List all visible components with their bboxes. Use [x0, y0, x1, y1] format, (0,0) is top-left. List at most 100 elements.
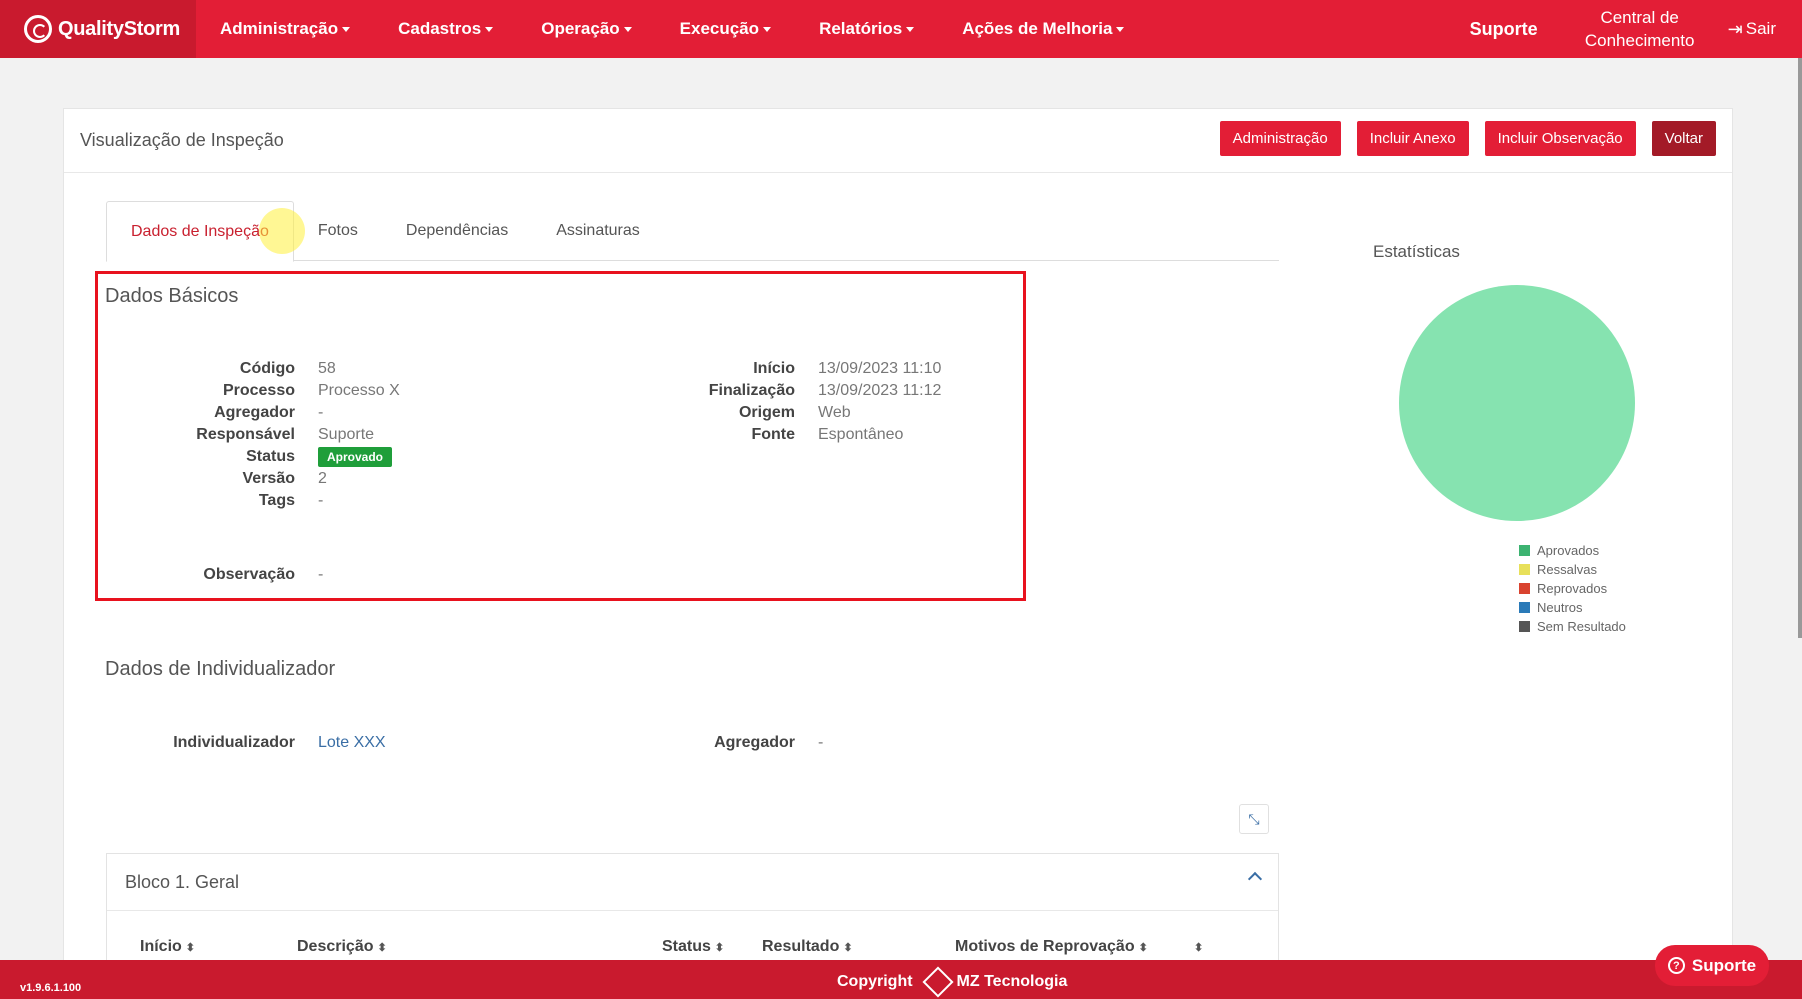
- legend-swatch: [1519, 545, 1530, 556]
- estatisticas-title: Estatísticas: [1373, 242, 1460, 261]
- processo-label: Processo: [222, 382, 295, 399]
- caret-down-icon: [763, 26, 772, 32]
- column-label: Início: [140, 938, 182, 955]
- legend-swatch: [1519, 602, 1530, 613]
- legend-sem-resultado: Sem Resultado: [1519, 617, 1626, 636]
- brand-logo[interactable]: QualityStorm: [0, 0, 196, 58]
- codigo-label: Código: [239, 360, 295, 377]
- nav-suporte-link[interactable]: Suporte: [1470, 19, 1538, 40]
- bloco-header[interactable]: Bloco 1. Geral: [107, 854, 1278, 911]
- column-label: Status: [662, 938, 711, 955]
- versao-value: 2: [318, 470, 327, 487]
- column-header-descricao[interactable]: Descrição ⬍: [297, 938, 387, 956]
- sair-label: Sair: [1745, 19, 1776, 38]
- qualitystorm-logo-icon: [24, 15, 52, 43]
- inicio-label: Início: [753, 360, 795, 377]
- agregador-label: Agregador: [214, 404, 295, 421]
- sort-icon: ⬍: [185, 942, 195, 954]
- tab-fotos[interactable]: Fotos: [294, 201, 382, 261]
- nav-acoes-de-melhoria[interactable]: Ações de Melhoria: [938, 0, 1148, 58]
- column-label: Motivos de Reprovação: [955, 938, 1135, 955]
- nav-operacao-label: Operação: [541, 19, 620, 38]
- help-label: Suporte: [1691, 955, 1757, 975]
- caret-down-icon: [342, 26, 351, 32]
- responsavel-value: Suporte: [318, 426, 375, 443]
- voltar-button[interactable]: Voltar: [1651, 121, 1716, 156]
- origem-label: Origem: [738, 404, 795, 421]
- inspection-card: Visualização de Inspeção Administração I…: [63, 108, 1733, 969]
- tab-assinaturas[interactable]: Assinaturas: [532, 201, 664, 261]
- nav-execucao-label: Execução: [679, 19, 760, 38]
- nav-central-conhecimento-link[interactable]: Central de Conhecimento: [1580, 6, 1700, 52]
- column-header-extra[interactable]: ⬍: [1190, 938, 1203, 956]
- column-label: Resultado: [762, 938, 840, 955]
- sort-icon: ⬍: [714, 942, 725, 954]
- sort-icon: ⬍: [843, 942, 853, 954]
- legend-swatch: [1519, 621, 1530, 632]
- main-nav: Administração Cadastros Operação Execuçã…: [196, 0, 1148, 58]
- nav-acoes-label: Ações de Melhoria: [962, 19, 1113, 38]
- card-header: Visualização de Inspeção Administração I…: [64, 109, 1732, 173]
- nav-execucao[interactable]: Execução: [656, 0, 795, 58]
- nav-sair-link[interactable]: ⇥ Sair: [1728, 19, 1776, 40]
- column-header-resultado[interactable]: Resultado ⬍: [762, 938, 853, 956]
- sort-icon: ⬍: [1138, 942, 1148, 954]
- column-label: Descrição: [297, 938, 374, 955]
- nav-administracao[interactable]: Administração: [196, 0, 374, 58]
- mz-logo-icon: [921, 966, 954, 998]
- top-navbar: QualityStorm Administração Cadastros Ope…: [0, 0, 1802, 58]
- compress-icon[interactable]: ⤡: [1239, 804, 1269, 834]
- individualizador-link[interactable]: Lote XXX: [318, 734, 386, 752]
- tab-dependencias[interactable]: Dependências: [382, 201, 532, 261]
- caret-down-icon: [485, 26, 494, 32]
- footer: v1.9.6.1.100 Copyright MZ Tecnologia: [0, 960, 1802, 999]
- scrollbar[interactable]: [1798, 58, 1802, 638]
- legend-ressalvas: Ressalvas: [1519, 560, 1626, 579]
- estatisticas-pie-chart: [1399, 285, 1635, 521]
- incluir-observacao-button[interactable]: Incluir Observação: [1484, 121, 1636, 156]
- estatisticas-legend: Aprovados Ressalvas Reprovados Neutros S…: [1519, 541, 1626, 636]
- processo-value: Processo X: [318, 382, 400, 399]
- legend-label: Aprovados: [1537, 543, 1600, 558]
- finalizacao-label: Finalização: [708, 382, 795, 399]
- caret-down-icon: [906, 26, 915, 32]
- agregador-value: -: [318, 404, 324, 421]
- sort-icon: ⬍: [1194, 942, 1204, 954]
- question-icon: ?: [1667, 957, 1685, 974]
- legend-swatch: [1519, 564, 1530, 575]
- nav-cadastros-label: Cadastros: [398, 19, 482, 38]
- fonte-value: Espontâneo: [818, 426, 904, 443]
- dados-basicos-title: Dados Básicos: [105, 285, 239, 307]
- chevron-up-icon[interactable]: [1247, 871, 1263, 887]
- legend-neutros: Neutros: [1519, 598, 1626, 617]
- codigo-value: 58: [318, 360, 336, 377]
- column-header-motivos-reprovacao[interactable]: Motivos de Reprovação ⬍: [955, 938, 1148, 956]
- incluir-anexo-button[interactable]: Incluir Anexo: [1356, 121, 1469, 156]
- nav-operacao[interactable]: Operação: [517, 0, 655, 58]
- nav-cadastros[interactable]: Cadastros: [374, 0, 517, 58]
- suporte-help-button[interactable]: ? Suporte: [1655, 945, 1769, 986]
- legend-label: Reprovados: [1537, 581, 1608, 596]
- caret-down-icon: [623, 26, 632, 32]
- legend-aprovados: Aprovados: [1519, 541, 1626, 560]
- observacao-value: -: [318, 566, 324, 583]
- sort-icon: ⬍: [377, 942, 387, 954]
- header-actions: Administração Incluir Anexo Incluir Obse…: [1219, 121, 1716, 156]
- nav-relatorios[interactable]: Relatórios: [795, 0, 938, 58]
- administracao-button[interactable]: Administração: [1219, 121, 1341, 156]
- column-header-status[interactable]: Status ⬍: [662, 938, 724, 956]
- nav-administracao-label: Administração: [220, 19, 339, 38]
- observacao-label: Observação: [203, 566, 295, 583]
- status-badge: Aprovado: [318, 447, 393, 467]
- column-header-inicio[interactable]: Início ⬍: [140, 938, 195, 956]
- caret-down-icon: [1116, 26, 1125, 32]
- origem-value: Web: [818, 404, 851, 421]
- legend-label: Ressalvas: [1537, 562, 1597, 577]
- tags-value: -: [318, 492, 324, 509]
- central-line1: Central de: [1600, 8, 1679, 27]
- versao-label: Versão: [242, 470, 295, 487]
- company-name: MZ Tecnologia: [956, 973, 1068, 990]
- legend-swatch: [1519, 583, 1530, 594]
- status-label: Status: [246, 448, 295, 465]
- legend-label: Neutros: [1537, 600, 1583, 615]
